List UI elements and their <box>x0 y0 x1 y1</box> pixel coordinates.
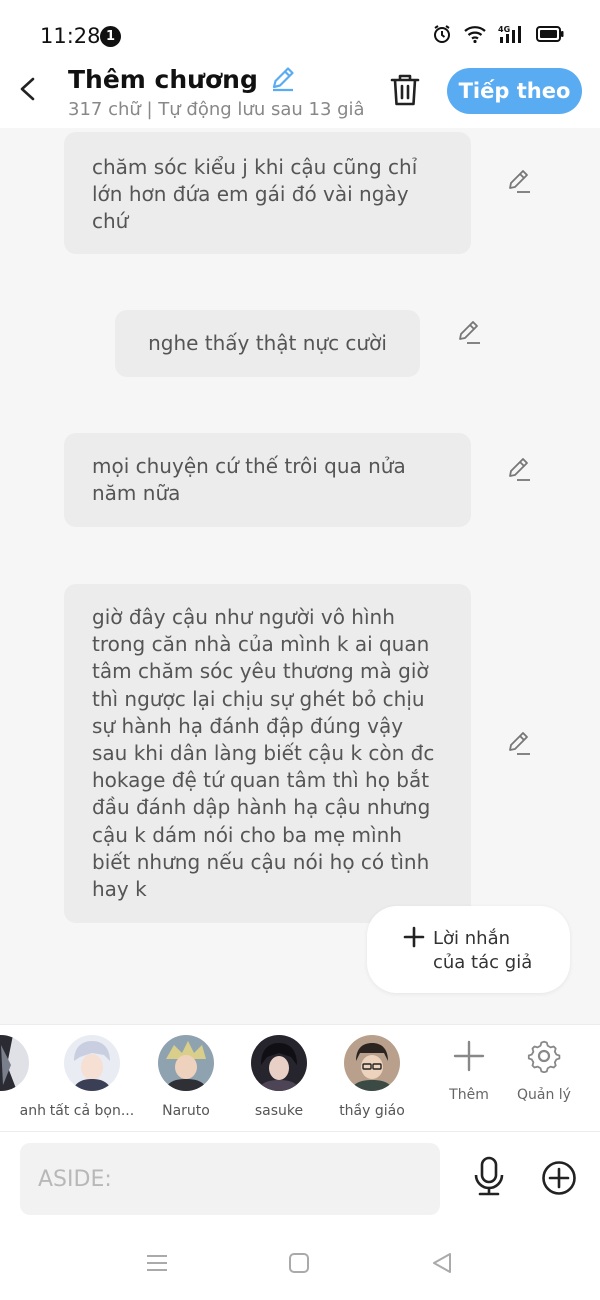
avatar <box>251 1035 307 1091</box>
character-item[interactable]: tất cả bọn... <box>47 1035 137 1119</box>
message-bubble[interactable]: chăm sóc kiểu j khi cậu cũng chỉ lớn hơn… <box>64 132 471 254</box>
signal-4g-icon: 4G <box>498 25 521 43</box>
edit-message-icon[interactable] <box>457 319 483 345</box>
message-text: nghe thấy thật nực cười <box>148 331 387 355</box>
message-text: mọi chuyện cứ thế trôi qua nửa năm nữa <box>92 454 406 506</box>
avatar <box>64 1035 120 1091</box>
add-content-button[interactable] <box>541 1160 577 1200</box>
add-character-button[interactable]: Thêm <box>434 1039 504 1103</box>
gear-icon <box>527 1040 561 1074</box>
edit-message-icon[interactable] <box>507 456 533 482</box>
manage-characters-button[interactable]: Quản lý <box>509 1039 579 1103</box>
character-name: thầy giáo <box>339 1103 405 1119</box>
manage-characters-label: Quản lý <box>517 1087 571 1103</box>
character-item[interactable]: thầy giáo <box>327 1035 417 1119</box>
microphone-icon <box>474 1156 504 1196</box>
title-wrap: Thêm chương <box>68 64 297 96</box>
status-time: 11:28 <box>40 24 101 48</box>
wifi-icon <box>464 26 486 43</box>
title-edit-button[interactable] <box>269 64 297 96</box>
status-bar: 11:28 1 4G <box>0 0 600 64</box>
edit-message-icon[interactable] <box>507 730 533 756</box>
chapter-title: Thêm chương <box>68 65 258 94</box>
plus-icon <box>403 926 425 948</box>
input-area <box>0 1132 600 1230</box>
back-button[interactable] <box>14 74 42 104</box>
message-bubble[interactable]: giờ đây cậu như người vô hình trong căn … <box>64 584 471 923</box>
message-bubble[interactable]: nghe thấy thật nực cười <box>115 310 420 377</box>
author-note-button[interactable]: Lời nhắn của tác giả <box>367 906 570 993</box>
back-triangle-icon[interactable] <box>431 1252 453 1274</box>
edit-message-icon[interactable] <box>507 168 533 194</box>
next-button[interactable]: Tiếp theo <box>447 68 582 114</box>
notification-badge: 1 <box>100 26 121 47</box>
character-name: sasuke <box>254 1103 304 1119</box>
status-icons: 4G <box>432 24 564 44</box>
character-bar: anh tất cả bọn... Naruto sasuke thầy giá… <box>0 1024 600 1132</box>
plus-icon <box>453 1040 485 1072</box>
home-square-icon[interactable] <box>288 1252 310 1274</box>
add-circle-icon <box>542 1161 576 1195</box>
message-text: giờ đây cậu như người vô hình trong căn … <box>92 605 435 902</box>
character-name: tất cả bọn... <box>49 1103 135 1119</box>
character-item[interactable]: sasuke <box>234 1035 324 1119</box>
character-item[interactable]: anh <box>0 1035 46 1119</box>
author-note-line-2: của tác giả <box>433 952 533 973</box>
avatar <box>158 1035 214 1091</box>
word-count-autosave: 317 chữ | Tự động lưu sau 13 giâ <box>68 99 365 120</box>
add-character-label: Thêm <box>449 1087 489 1103</box>
trash-icon <box>390 74 420 106</box>
svg-text:4G: 4G <box>498 25 510 34</box>
delete-button[interactable] <box>388 72 422 108</box>
character-name: Naruto <box>162 1103 210 1119</box>
header: Thêm chương 317 chữ | Tự động lưu sau 13… <box>0 64 600 128</box>
system-nav-bar <box>0 1230 600 1300</box>
character-name: anh <box>19 1103 46 1119</box>
chapter-content[interactable]: chăm sóc kiểu j khi cậu cũng chỉ lớn hơn… <box>0 128 600 1024</box>
voice-input-button[interactable] <box>471 1156 507 1200</box>
author-note-label: Lời nhắn của tác giả <box>433 927 532 975</box>
author-note-line-1: Lời nhắn <box>433 928 511 949</box>
avatar <box>344 1035 400 1091</box>
character-item[interactable]: Naruto <box>141 1035 231 1119</box>
menu-icon[interactable] <box>146 1252 168 1274</box>
message-text: chăm sóc kiểu j khi cậu cũng chỉ lớn hơn… <box>92 155 418 234</box>
pencil-icon <box>272 67 294 92</box>
battery-icon <box>536 26 564 42</box>
back-arrow-icon <box>20 77 35 101</box>
message-bubble[interactable]: mọi chuyện cứ thế trôi qua nửa năm nữa <box>64 433 471 527</box>
avatar <box>0 1035 29 1091</box>
alarm-icon <box>434 25 450 43</box>
aside-input[interactable] <box>20 1143 440 1215</box>
